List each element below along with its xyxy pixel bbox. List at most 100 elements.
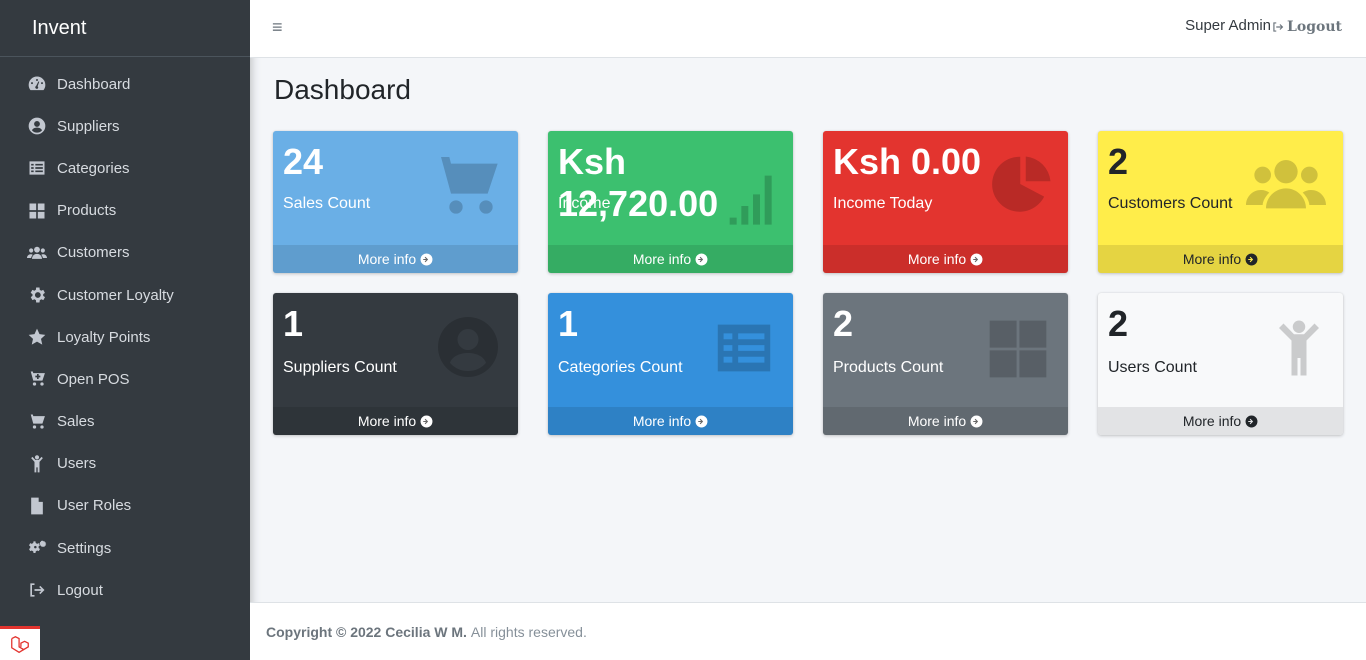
user-name[interactable]: Super Admin (1185, 17, 1271, 34)
sidebar-item-users[interactable]: Users (0, 443, 250, 485)
th-large-icon (982, 315, 1054, 383)
sidebar-item-logout[interactable]: Logout (0, 569, 250, 611)
sidebar-item-dashboard[interactable]: Dashboard (0, 63, 250, 105)
main-content: Dashboard 24 Sales Count More info Ksh 1… (250, 58, 1366, 602)
sidebar-item-settings[interactable]: Settings (0, 527, 250, 569)
more-info-label: More info (1182, 251, 1242, 267)
more-info-link[interactable]: More info (548, 407, 793, 435)
sidebar-item-customer-loyalty[interactable]: Customer Loyalty (0, 274, 250, 316)
star-icon (26, 327, 48, 347)
box-label: Income (558, 195, 611, 212)
child-icon (1269, 311, 1329, 385)
arrow-circle-right-icon (695, 415, 708, 427)
box-value: 2 (1108, 303, 1129, 344)
list-alt-icon (26, 158, 48, 178)
cogs-icon (26, 538, 48, 558)
sidebar-item-label: Products (57, 202, 117, 220)
more-info-label: More info (907, 413, 967, 429)
logout-link[interactable]: Logout (1271, 19, 1342, 35)
box-label: Income Today (833, 195, 933, 212)
shopping-cart-icon (26, 412, 48, 432)
sidebar-item-label: Settings (57, 539, 112, 557)
more-info-label: More info (632, 251, 692, 267)
list-alt-icon (707, 313, 781, 383)
more-info-label: More info (632, 413, 692, 429)
laravel-debug-icon[interactable] (0, 626, 40, 660)
user-circle-icon (26, 116, 48, 136)
sidebar-item-label: Users (57, 455, 97, 473)
cart-plus-icon (26, 369, 48, 389)
box-label: Categories Count (558, 359, 683, 376)
arrow-circle-right-icon (1245, 415, 1258, 427)
sidebar-item-label: Sales (57, 413, 95, 431)
sidebar-item-label: Categories (57, 159, 130, 177)
sidebar-item-products[interactable]: Products (0, 190, 250, 232)
small-box-suppliers-count: 1 Suppliers Count More info (273, 293, 518, 435)
arrow-circle-right-icon (420, 415, 433, 427)
small-box-income-today: Ksh 0.00 Income Today More info (823, 131, 1068, 273)
sidebar-item-open-pos[interactable]: Open POS (0, 358, 250, 400)
more-info-link[interactable]: More info (548, 245, 793, 273)
footer-copyright: Copyright © 2022 Cecilia W M. (266, 623, 467, 640)
sidebar-item-customers[interactable]: Customers (0, 232, 250, 274)
box-value: 24 (283, 141, 324, 182)
th-large-icon (26, 201, 48, 221)
box-value: 1 (558, 303, 579, 344)
box-value: 2 (1108, 141, 1129, 182)
arrow-circle-right-icon (970, 253, 983, 265)
more-info-link[interactable]: More info (273, 407, 518, 435)
sidebar-item-suppliers[interactable]: Suppliers (0, 105, 250, 147)
users-icon (1241, 145, 1331, 225)
box-label: Sales Count (283, 195, 371, 212)
more-info-link[interactable]: More info (823, 407, 1068, 435)
footer-rights: All rights reserved. (470, 623, 587, 640)
sidebar-item-label: Customers (57, 244, 130, 262)
sidebar-item-label: Suppliers (57, 117, 120, 135)
more-info-link[interactable]: More info (1098, 245, 1343, 273)
signal-icon (725, 171, 781, 227)
sidebar-item-label: Logout (57, 581, 103, 599)
arrow-circle-right-icon (970, 415, 983, 427)
sidebar-item-label: Loyalty Points (57, 328, 151, 346)
small-box-users-count: 2 Users Count More info (1098, 293, 1343, 435)
logout-label: Logout (1287, 19, 1342, 35)
sidebar-item-categories[interactable]: Categories (0, 147, 250, 189)
tachometer-icon (26, 74, 48, 94)
small-box-customers-count: 2 Customers Count More info (1098, 131, 1343, 273)
arrow-circle-right-icon (695, 253, 708, 265)
more-info-link[interactable]: More info (823, 245, 1068, 273)
sidebar-item-user-roles[interactable]: User Roles (0, 485, 250, 527)
more-info-label: More info (357, 251, 417, 267)
small-box-income: Ksh 12,720.00 Income More info (548, 131, 793, 273)
box-label: Users Count (1108, 359, 1197, 376)
more-info-label: More info (357, 413, 417, 429)
small-box-categories-count: 1 Categories Count More info (548, 293, 793, 435)
more-info-link[interactable]: More info (1098, 407, 1343, 435)
sign-out-icon (26, 580, 48, 600)
brand-link[interactable]: Invent (0, 0, 250, 57)
box-label: Customers Count (1108, 195, 1233, 212)
users-icon (26, 243, 48, 263)
child-icon (26, 454, 48, 474)
sidebar-item-sales[interactable]: Sales (0, 401, 250, 443)
box-label: Suppliers Count (283, 359, 397, 376)
more-info-link[interactable]: More info (273, 245, 518, 273)
user-circle-icon (432, 311, 504, 383)
box-label: Products Count (833, 359, 944, 376)
sidebar-nav: Dashboard Suppliers Categories Products … (0, 57, 250, 611)
small-box-sales-count: 24 Sales Count More info (273, 131, 518, 273)
box-value: 2 (833, 303, 854, 344)
sidebar-item-label: Dashboard (57, 75, 131, 93)
arrow-circle-right-icon (420, 253, 433, 265)
box-value: Ksh 0.00 (833, 141, 982, 182)
box-value: 1 (283, 303, 304, 344)
shopping-cart-icon (426, 147, 506, 227)
sidebar: Invent Dashboard Suppliers Categories Pr… (0, 0, 250, 660)
sidebar-item-label: Open POS (57, 370, 130, 388)
sidebar-item-label: Customer Loyalty (57, 286, 174, 304)
menu-toggle-icon[interactable]: ≡ (272, 17, 283, 38)
cog-icon (26, 285, 48, 305)
pie-chart-icon (990, 151, 1056, 217)
arrow-circle-right-icon (1245, 253, 1258, 265)
sidebar-item-loyalty-points[interactable]: Loyalty Points (0, 316, 250, 358)
